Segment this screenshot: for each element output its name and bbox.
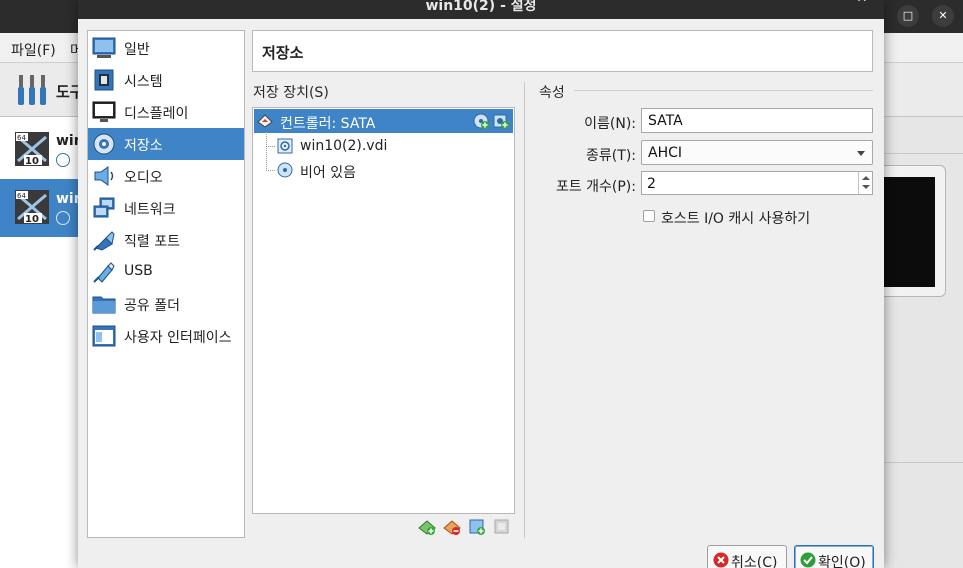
name-label: 이름(N): (584, 116, 636, 132)
tree-item-optical-drive[interactable]: 비어 있음 (254, 158, 513, 182)
add-controller-icon[interactable] (418, 518, 436, 536)
details-divider (884, 153, 963, 154)
tree-item-hard-disk[interactable]: win10(2).vdi (254, 134, 513, 158)
user-interface-icon (92, 325, 116, 347)
category-audio[interactable]: 오디오 (88, 160, 244, 192)
type-select[interactable]: AHCI (641, 140, 873, 165)
windows-10-os-icon: 64 10 (15, 132, 49, 167)
category-system[interactable]: 시스템 (88, 64, 244, 96)
category-label: 직렬 포트 (124, 234, 180, 250)
attributes-legend: 속성 (539, 85, 565, 101)
svg-text:64: 64 (17, 192, 26, 200)
page-header: 저장소 (252, 30, 873, 72)
name-input[interactable] (641, 108, 873, 133)
settings-dialog: win10(2) - 설정 ✕ 일반 시스템 (78, 0, 884, 568)
port-count-spinbox[interactable]: 2 (641, 171, 873, 195)
tree-item-label: 컨트롤러: SATA (280, 116, 376, 132)
category-serial-port[interactable]: 직렬 포트 (88, 224, 244, 256)
category-label: 네트워크 (124, 202, 176, 218)
controller-icon (257, 114, 273, 128)
general-icon (92, 37, 116, 58)
main-close-button[interactable]: ✕ (932, 5, 954, 27)
vm-preview-screen (884, 177, 935, 287)
storage-tree: 컨트롤러: SATA win10(2).vdi 비어 있음 (252, 107, 515, 514)
port-count-value: 2 (647, 176, 656, 192)
pane-splitter[interactable] (524, 82, 525, 538)
vm-list: 64 10 win10 64 10 win10(2) (0, 117, 126, 568)
svg-text:10: 10 (25, 156, 39, 167)
storage-icon (93, 133, 115, 155)
tree-item-sata-controller[interactable]: 컨트롤러: SATA (254, 109, 513, 133)
ok-button[interactable]: 확인(O) (794, 545, 874, 568)
add-attachment-icon[interactable] (468, 518, 486, 536)
spin-down-icon[interactable] (862, 185, 870, 189)
host-io-cache-checkbox[interactable] (643, 210, 655, 222)
menu-file[interactable]: 파일(F) (11, 40, 56, 60)
category-label: 저장소 (124, 138, 163, 154)
category-label: 일반 (124, 42, 150, 58)
network-icon (93, 197, 115, 218)
system-icon (94, 69, 114, 91)
type-select-value: AHCI (648, 145, 683, 161)
add-hard-disk-icon[interactable] (493, 113, 509, 129)
settings-category-list: 일반 시스템 디스플레이 저장소 오디오 네트워크 직렬 포트 USB 공유 폴… (87, 30, 245, 538)
category-usb[interactable]: USB (88, 256, 244, 288)
category-label: 공유 폴더 (124, 298, 180, 314)
chevron-down-icon (857, 151, 865, 156)
cancel-button-label: 취소(C) (731, 555, 778, 568)
ok-check-icon (800, 552, 816, 568)
display-icon (92, 101, 116, 122)
cancel-icon (713, 552, 729, 568)
svg-text:64: 64 (17, 134, 26, 142)
type-label: 종류(T): (586, 148, 636, 164)
shared-folder-icon (92, 296, 116, 314)
details-divider (884, 462, 963, 463)
audio-icon (94, 166, 114, 186)
storage-tree-toolbar (418, 518, 518, 538)
hard-disk-icon (277, 138, 293, 154)
serial-port-icon (93, 231, 115, 251)
add-optical-drive-icon[interactable] (473, 113, 489, 129)
dialog-titlebar: win10(2) - 설정 ✕ (78, 0, 884, 19)
tree-item-label: 비어 있음 (300, 165, 356, 181)
vm-item-win10[interactable]: 64 10 win10 (0, 121, 103, 179)
storage-devices-label: 저장 장치(S) (253, 85, 329, 101)
maximize-button[interactable]: □ (897, 5, 919, 27)
ok-button-label: 확인(O) (818, 555, 866, 568)
attributes-divider (574, 90, 873, 91)
category-display[interactable]: 디스플레이 (88, 96, 244, 128)
remove-controller-icon[interactable] (443, 518, 461, 536)
category-label: USB (124, 263, 153, 279)
category-storage[interactable]: 저장소 (88, 128, 244, 160)
port-count-label: 포트 개수(P): (555, 179, 636, 195)
host-io-cache-label[interactable]: 호스트 I/O 캐시 사용하기 (661, 208, 810, 228)
usb-icon (93, 262, 115, 283)
dialog-close-icon[interactable]: ✕ (852, 0, 872, 9)
category-label: 사용자 인터페이스 (124, 330, 232, 346)
category-user-interface[interactable]: 사용자 인터페이스 (88, 320, 244, 352)
category-label: 시스템 (124, 74, 163, 90)
power-off-icon (56, 153, 70, 167)
remove-attachment-icon[interactable] (493, 518, 511, 536)
spin-buttons[interactable] (858, 172, 872, 194)
spin-up-icon[interactable] (862, 176, 870, 180)
category-label: 오디오 (124, 170, 163, 186)
page-title: 저장소 (262, 44, 304, 62)
category-shared-folders[interactable]: 공유 폴더 (88, 288, 244, 320)
category-network[interactable]: 네트워크 (88, 192, 244, 224)
tree-item-label: win10(2).vdi (300, 138, 388, 154)
cancel-button[interactable]: 취소(C) (707, 545, 787, 568)
windows-10-os-icon: 64 10 (15, 190, 49, 225)
svg-text:10: 10 (25, 214, 39, 225)
category-general[interactable]: 일반 (88, 32, 244, 64)
dialog-title: win10(2) - 설정 (425, 0, 537, 14)
vm-item-win10-2[interactable]: 64 10 win10(2) (0, 179, 126, 237)
optical-disc-icon (277, 162, 293, 178)
tools-icon[interactable] (16, 73, 48, 107)
power-off-icon (56, 211, 70, 225)
category-label: 디스플레이 (124, 106, 189, 122)
